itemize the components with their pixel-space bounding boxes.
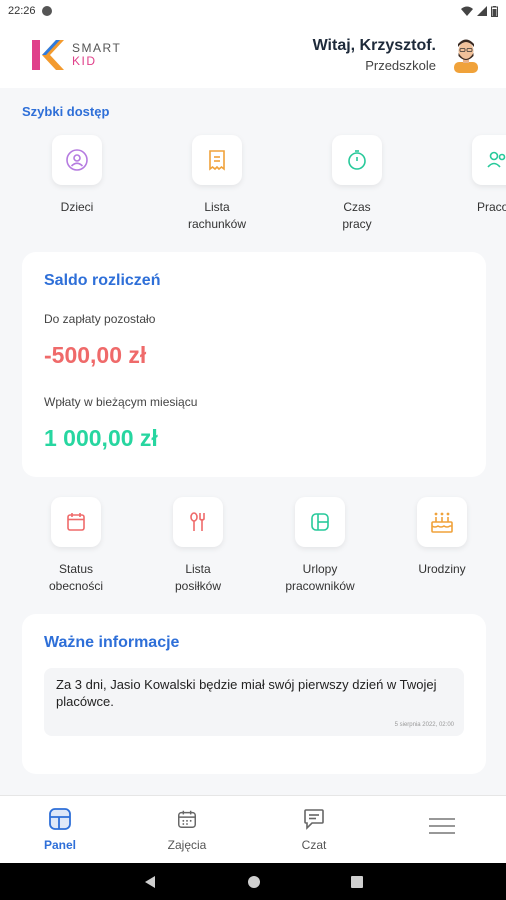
quick-tile-label: Lista rachunków: [187, 200, 247, 231]
quick-tile-employees[interactable]: Pracow: [447, 135, 506, 216]
tile-attendance[interactable]: Status obecności: [26, 497, 126, 595]
child-icon: [66, 149, 88, 171]
organization-name: Przedszkole: [365, 58, 436, 73]
greeting: Witaj, Krzysztof. Przedszkole: [313, 37, 436, 73]
info-message: Za 3 dni, Jasio Kowalski będzie miał swó…: [56, 677, 437, 709]
balance-card: Saldo rozliczeń Do zapłaty pozostało -50…: [22, 252, 486, 477]
tile-label: Urlopy pracowników: [285, 562, 355, 593]
tile-label: Lista posiłków: [174, 562, 222, 593]
calendar-icon: [67, 513, 85, 531]
info-date: 5 sierpnia 2022, 02:00: [394, 722, 454, 728]
birthday-cake-icon: [431, 512, 453, 533]
sync-icon: [41, 6, 52, 16]
status-icons: [461, 5, 498, 17]
leave-icon: [311, 513, 329, 531]
due-label: Do zapłaty pozostało: [44, 312, 156, 326]
employees-icon: [487, 151, 506, 168]
recents-icon[interactable]: [351, 875, 363, 888]
panel-icon: [49, 808, 71, 830]
features-row: Status obecności Lista posiłków Urlopy p…: [0, 497, 506, 597]
info-note[interactable]: Za 3 dni, Jasio Kowalski będzie miał swó…: [44, 668, 464, 736]
signal-icon: [477, 6, 487, 16]
info-title: Ważne informacje: [44, 634, 180, 651]
back-icon[interactable]: [143, 875, 157, 889]
nav-menu[interactable]: [402, 806, 482, 852]
receipt-icon: [209, 150, 225, 171]
tile-meals[interactable]: Lista posiłków: [148, 497, 248, 595]
stopwatch-icon: [348, 150, 366, 170]
due-amount: -500,00 zł: [44, 342, 147, 368]
quick-tile-label: Dzieci: [60, 200, 94, 214]
logo-text-kid: KID: [72, 54, 97, 68]
battery-icon: [491, 5, 498, 17]
tile-label: Urodziny: [418, 562, 466, 576]
tile-label: Status obecności: [48, 562, 104, 593]
avatar[interactable]: [448, 37, 484, 73]
wifi-icon: [461, 6, 473, 16]
quick-tile-worktime[interactable]: Czas pracy: [307, 135, 407, 233]
menu-icon: [429, 818, 455, 834]
quick-tile-label: Czas pracy: [342, 200, 372, 231]
quick-access-row: Dzieci Lista rachunków Czas pracy Pracow: [0, 135, 506, 235]
quick-access-title: Szybki dostęp: [22, 104, 110, 119]
app-header: SMART KID Witaj, Krzysztof. Przedszkole: [0, 22, 506, 88]
system-navigation: [0, 863, 506, 900]
status-bar: 22:26: [0, 0, 506, 22]
nav-label: Panel: [43, 838, 76, 852]
nav-panel[interactable]: Panel: [20, 806, 100, 852]
quick-tile-label: Pracow: [476, 200, 506, 214]
tile-leaves[interactable]: Urlopy pracowników: [270, 497, 370, 595]
nav-label: Czat: [301, 838, 327, 852]
logo-mark-icon: [32, 40, 64, 70]
bottom-navigation: Panel Zajęcia Czat: [0, 795, 506, 863]
nav-label: Zajęcia: [167, 838, 207, 852]
chat-icon: [304, 809, 324, 830]
payments-label: Wpłaty w bieżącym miesiącu: [44, 395, 198, 409]
balance-title: Saldo rozliczeń: [44, 272, 161, 289]
cutlery-icon: [190, 512, 205, 531]
payments-amount: 1 000,00 zł: [44, 425, 158, 451]
nav-classes[interactable]: Zajęcia: [147, 806, 227, 852]
greeting-text: Witaj, Krzysztof.: [312, 37, 436, 54]
important-info-card: Ważne informacje Za 3 dni, Jasio Kowalsk…: [22, 614, 486, 774]
home-icon[interactable]: [247, 875, 261, 889]
status-time: 22:26: [8, 5, 36, 17]
calendar-icon: [178, 810, 196, 828]
nav-chat[interactable]: Czat: [274, 806, 354, 852]
smartkid-logo: SMART KID: [32, 38, 121, 72]
tile-birthdays[interactable]: Urodziny: [392, 497, 492, 578]
quick-tile-children[interactable]: Dzieci: [27, 135, 127, 216]
quick-tile-bills[interactable]: Lista rachunków: [167, 135, 267, 233]
